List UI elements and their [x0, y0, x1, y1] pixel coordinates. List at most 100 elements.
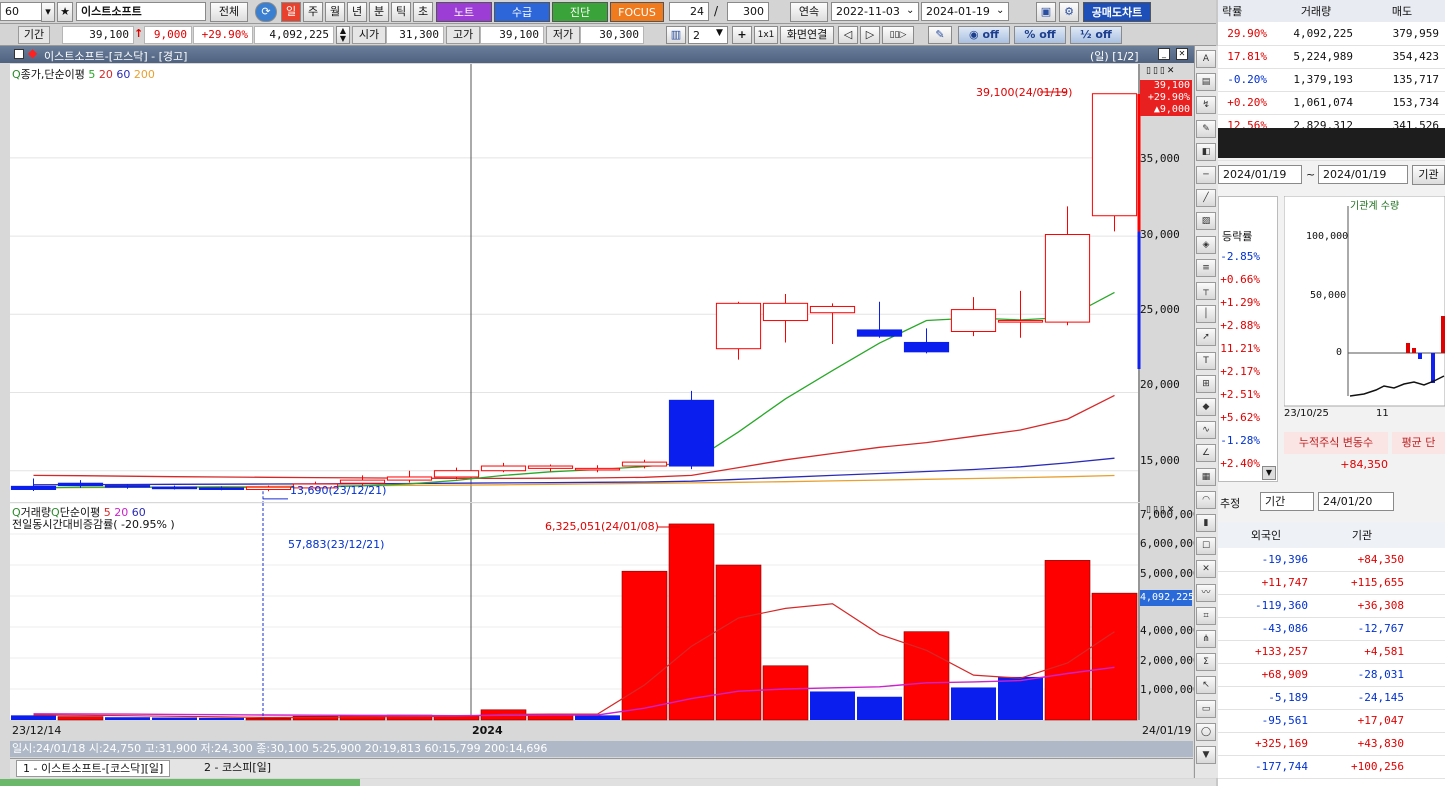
line-tool-icon[interactable]: ─ [1196, 166, 1216, 184]
top-table-row[interactable]: 29.90% 4,092,225 379,959 [1218, 22, 1445, 46]
investor-row[interactable]: -95,561 +17,047 [1218, 709, 1445, 733]
angle-tool-icon[interactable]: ∠ [1196, 444, 1216, 463]
screen-link-button[interactable]: 화면연결 [780, 26, 834, 44]
candle-tool-icon[interactable]: ▮ [1196, 514, 1216, 532]
ellipse-tool-icon[interactable]: ◯ [1196, 722, 1216, 741]
gann-tool-icon[interactable]: ⌗ [1196, 606, 1216, 625]
foreigner-value: -177,744 [1218, 755, 1314, 779]
rate-scroll-down-icon[interactable]: ▼ [1262, 466, 1276, 480]
fib-tool-icon[interactable]: ≡ [1196, 258, 1216, 277]
diagnosis-button[interactable]: 진단 [552, 2, 608, 22]
ruler-tool-icon[interactable]: ⊞ [1196, 374, 1216, 393]
settings-icon[interactable]: ⚙ [1059, 2, 1079, 22]
favorite-star-icon[interactable]: ★ [57, 2, 73, 22]
split-layout-icon[interactable]: ▥ [666, 26, 686, 44]
box-tool-icon[interactable]: ☐ [1196, 537, 1216, 556]
magnifier-tool-icon[interactable]: ▤ [1196, 73, 1216, 92]
trend-tool-icon[interactable]: ╱ [1196, 189, 1216, 208]
down-tool-icon[interactable]: ▼ [1196, 746, 1216, 764]
period-tick-button[interactable]: 틱 [391, 2, 411, 22]
investor-row[interactable]: +68,909 -28,031 [1218, 663, 1445, 687]
candle-body [198, 487, 245, 490]
pitch-tool-icon[interactable]: ⋔ [1196, 630, 1216, 648]
add-icon[interactable]: + [732, 26, 752, 44]
pattern-tool-icon[interactable]: ◈ [1196, 235, 1216, 254]
investor-row[interactable]: +11,747 +115,655 [1218, 571, 1445, 595]
cycle-tool-icon[interactable]: ∿ [1196, 421, 1216, 440]
total-count-input[interactable]: 300 [727, 2, 769, 21]
refresh-icon[interactable]: ⟳ [255, 2, 277, 22]
note-button[interactable]: 노트 [436, 2, 492, 22]
crosshair-tool-icon[interactable]: A [1196, 50, 1216, 68]
flow-date-to[interactable]: 2024/01/19 [1318, 165, 1408, 184]
shape-tool-icon[interactable]: ◆ [1196, 398, 1216, 416]
investor-row[interactable]: +325,169 +43,830 [1218, 732, 1445, 756]
display-count-input[interactable]: 24 [669, 2, 709, 21]
hline-tool-icon[interactable]: ┬ [1196, 282, 1216, 300]
draw-tool-icon[interactable]: ✎ [928, 26, 952, 44]
period-month-button[interactable]: 월 [325, 2, 345, 22]
wave-tool-icon[interactable]: 〰 [1196, 583, 1216, 602]
prev-icon[interactable]: ◁ [838, 26, 858, 44]
eraser-tool-icon[interactable]: ◧ [1196, 142, 1216, 161]
cross-tool-icon[interactable]: ✕ [1196, 560, 1216, 579]
cursor-tool-icon[interactable]: ↖ [1196, 676, 1216, 695]
top-table-row[interactable]: +0.20% 1,061,074 153,734 [1218, 91, 1445, 115]
volume-chart[interactable] [10, 503, 1193, 740]
period-second-button[interactable]: 초 [413, 2, 433, 22]
play-icon[interactable]: ▷ [860, 26, 880, 44]
channel-tool-icon[interactable]: ▨ [1196, 212, 1216, 231]
investor-row[interactable]: -5,189 -24,145 [1218, 686, 1445, 710]
supply-button[interactable]: 수급 [494, 2, 550, 22]
date-to-dropdown-icon[interactable]: ⌄ [996, 5, 1004, 16]
price-change: 9,000 [144, 26, 192, 44]
investor-row[interactable]: -43,086 -12,767 [1218, 617, 1445, 641]
window-close-icon[interactable]: ✕ [1176, 48, 1188, 60]
horizontal-scrollbar[interactable] [0, 779, 1216, 786]
flow-institution-button[interactable]: 기관 [1412, 165, 1445, 185]
vline-tool-icon[interactable]: │ [1196, 305, 1216, 324]
estimate-period-select[interactable]: 기간 [1260, 492, 1314, 511]
continuous-button[interactable]: 연속 [790, 2, 828, 22]
flow-date-from[interactable]: 2024/01/19 [1218, 165, 1302, 184]
stats-tool-icon[interactable]: Σ [1196, 653, 1216, 672]
estimate-date-select[interactable]: 24/01/20 [1318, 492, 1394, 511]
window-minimize-icon[interactable]: _ [1158, 48, 1170, 60]
arc-tool-icon[interactable]: ◠ [1196, 490, 1216, 509]
toggle-percent-button[interactable]: % off [1014, 26, 1066, 44]
period-minute-button[interactable]: 분 [369, 2, 389, 22]
period-day-button[interactable]: 일 [281, 2, 301, 22]
all-button[interactable]: 전체 [210, 2, 248, 22]
volume-spin-icon[interactable]: ▲ ▼ [336, 26, 350, 44]
focus-button[interactable]: FOCUS [610, 2, 664, 22]
one-by-one-button[interactable]: 1x1 [754, 26, 778, 44]
grid-tool-icon[interactable]: ▦ [1196, 467, 1216, 486]
rect-tool-icon[interactable]: ▭ [1196, 699, 1216, 718]
code-dropdown-button[interactable]: ▾ [41, 2, 55, 22]
price-pane-controls[interactable]: ▯▯▯✕ [1146, 66, 1176, 76]
date-from-dropdown-icon[interactable]: ⌄ [906, 5, 914, 16]
bottom-tab-1[interactable]: 1 - 이스트소프트-[코스닥][일] [16, 760, 171, 777]
chart-window-checkbox[interactable] [14, 49, 24, 59]
save-icon[interactable]: ▣ [1036, 2, 1056, 22]
investor-row[interactable]: +133,257 +4,581 [1218, 640, 1445, 664]
text-tool-icon[interactable]: T [1196, 351, 1216, 370]
top-table-row[interactable]: 17.81% 5,224,989 354,423 [1218, 45, 1445, 69]
toggle-fraction-button[interactable]: ½ off [1070, 26, 1122, 44]
next-end-icon[interactable]: ▯▯▷ [882, 26, 914, 44]
period-year-button[interactable]: 년 [347, 2, 367, 22]
top-table-row[interactable]: -0.20% 1,379,193 135,717 [1218, 68, 1445, 92]
short-sell-chart-button[interactable]: 공매도차트 [1083, 2, 1151, 22]
split-dropdown-icon[interactable]: ▼ [716, 28, 723, 38]
stock-name-field[interactable]: 이스트소프트 [76, 2, 206, 21]
investor-row[interactable]: -19,396 +84,350 [1218, 548, 1445, 572]
period-week-button[interactable]: 주 [303, 2, 323, 22]
bottom-tab-2[interactable]: 2 - 코스피[일] [198, 760, 277, 777]
arrow-tool-icon[interactable]: ➚ [1196, 328, 1216, 347]
pencil-tool-icon[interactable]: ✎ [1196, 119, 1216, 138]
toggle-1-button[interactable]: ◉ off [958, 26, 1010, 44]
investor-row[interactable]: -119,360 +36,308 [1218, 594, 1445, 618]
investor-row[interactable]: -177,744 +100,256 [1218, 755, 1445, 779]
erase-tool-icon[interactable]: ↯ [1196, 96, 1216, 115]
price-chart[interactable] [10, 64, 1193, 502]
